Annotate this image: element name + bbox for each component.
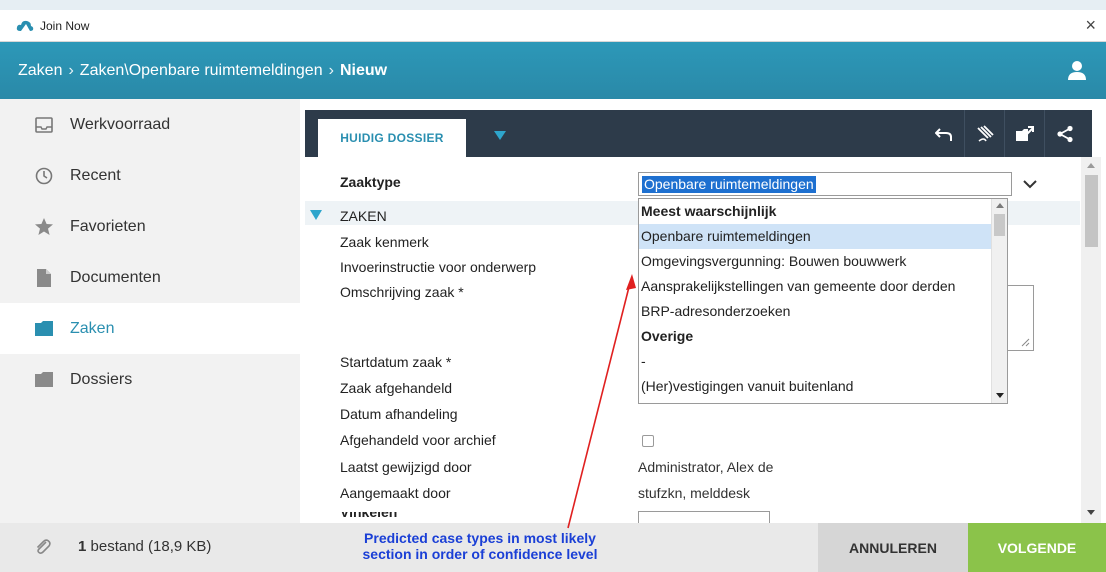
zaaktype-label: Zaaktype xyxy=(340,174,401,190)
next-button[interactable]: VOLGENDE xyxy=(968,523,1106,572)
app-header: Zaken › Zaken\Openbare ruimtemeldingen ›… xyxy=(0,42,1106,99)
sidebar-item-label: Recent xyxy=(70,166,121,184)
dropdown-option[interactable]: Aansprakelijkstellingen van gemeente doo… xyxy=(639,274,991,299)
scroll-up-icon[interactable] xyxy=(1087,163,1095,168)
field-label-partial-text: Vinkelent... xyxy=(340,512,398,520)
zaaktype-select[interactable]: Openbare ruimtemeldingen xyxy=(638,172,1012,196)
clock-icon xyxy=(34,166,54,186)
scrollbar-thumb[interactable] xyxy=(1085,175,1098,247)
omschrijving-textarea[interactable] xyxy=(1008,285,1034,351)
main-scrollbar[interactable] xyxy=(1081,157,1101,523)
sidebar-item-werkvoorraad[interactable]: Werkvoorraad xyxy=(0,99,300,150)
breadcrumb: Zaken › Zaken\Openbare ruimtemeldingen ›… xyxy=(18,62,387,80)
toolbar-actions xyxy=(924,110,1084,157)
archief-checkbox[interactable] xyxy=(642,435,654,447)
field-label-datum-afhandeling: Datum afhandeling xyxy=(340,406,458,422)
scroll-down-icon[interactable] xyxy=(996,393,1004,398)
inbox-icon xyxy=(34,115,54,135)
dropdown-option[interactable]: (Her)vestigingen vanuit buitenland xyxy=(639,374,991,399)
window-title: Join Now xyxy=(40,18,90,33)
field-label-zaak-afgehandeld: Zaak afgehandeld xyxy=(340,380,453,396)
user-icon[interactable] xyxy=(1066,59,1088,81)
dropdown-group-meest-waarschijnlijk: Meest waarschijnlijk xyxy=(641,203,777,219)
annotation-callout: Predicted case types in most likely sect… xyxy=(330,530,630,562)
sidebar-item-recent[interactable]: Recent xyxy=(0,150,300,201)
chevron-down-icon[interactable] xyxy=(1021,175,1039,193)
sidebar-item-zaken[interactable]: Zaken xyxy=(0,303,300,354)
field-label-invoerinstructie: Invoerinstructie voor onderwerp xyxy=(340,259,537,275)
attachment-info[interactable]: 1 bestand (18,9 KB) xyxy=(78,538,211,555)
signature-icon[interactable] xyxy=(964,110,1004,157)
sidebar-item-label: Werkvoorraad xyxy=(70,115,171,133)
document-icon xyxy=(34,268,54,288)
dropdown-scrollbar[interactable] xyxy=(991,199,1007,403)
sidebar-item-favorieten[interactable]: Favorieten xyxy=(0,201,300,252)
sidebar: Werkvoorraad Recent Favorieten Documente… xyxy=(0,99,300,523)
sidebar-item-label: Documenten xyxy=(70,268,161,286)
folder-icon xyxy=(34,370,54,390)
share-icon[interactable] xyxy=(1044,110,1084,157)
zaaktype-dropdown-list[interactable]: Meest waarschijnlijk Openbare ruimtemeld… xyxy=(638,198,1008,404)
field-label-zaak-kenmerk: Zaak kenmerk xyxy=(340,234,429,250)
aangemaakt-value: stufzkn, melddesk xyxy=(638,485,751,501)
sidebar-item-dossiers[interactable]: Dossiers xyxy=(0,354,300,405)
main-content: HUIDIG DOSSIER Zaaktype Openbare ruimtem… xyxy=(300,99,1106,523)
scroll-down-icon[interactable] xyxy=(1087,510,1095,515)
breadcrumb-separator: › xyxy=(68,61,74,79)
cancel-button[interactable]: ANNULEREN xyxy=(818,523,968,572)
breadcrumb-item-openbare-ruimtemeldingen[interactable]: Zaken\Openbare ruimtemeldingen xyxy=(80,62,323,80)
section-title: ZAKEN xyxy=(340,208,387,224)
tab-huidig-dossier[interactable]: HUIDIG DOSSIER xyxy=(318,119,466,157)
zaaktype-selected-value: Openbare ruimtemeldingen xyxy=(642,176,816,193)
field-label-laatst-gewijzigd: Laatst gewijzigd door xyxy=(340,459,472,475)
window-titlebar: Join Now × xyxy=(0,10,1106,42)
scroll-up-icon[interactable] xyxy=(996,203,1004,208)
undo-icon[interactable] xyxy=(924,110,964,157)
field-label-afgehandeld-archief: Afgehandeld voor archief xyxy=(340,432,496,448)
dossier-toolbar: HUIDIG DOSSIER xyxy=(305,110,1092,157)
dropdown-option[interactable]: Openbare ruimtemeldingen xyxy=(639,224,991,249)
sidebar-item-label: Zaken xyxy=(70,319,115,337)
breadcrumb-item-zaken[interactable]: Zaken xyxy=(18,62,62,80)
paperclip-icon xyxy=(36,539,51,554)
field-label-startdatum: Startdatum zaak * xyxy=(340,354,452,370)
tab-dropdown-icon[interactable] xyxy=(494,131,506,140)
folder-icon xyxy=(34,319,54,339)
sidebar-item-label: Dossiers xyxy=(70,370,133,388)
dropdown-option[interactable]: - xyxy=(639,349,991,374)
close-icon[interactable]: × xyxy=(1085,16,1096,34)
dropdown-option[interactable]: Omgevingsvergunning: Bouwen bouwwerk xyxy=(639,249,991,274)
annotation-line: section in order of confidence level xyxy=(362,546,598,562)
annotation-line: Predicted case types in most likely xyxy=(364,530,596,546)
sidebar-item-label: Favorieten xyxy=(70,217,146,235)
breadcrumb-current: Nieuw xyxy=(339,61,388,79)
background-strip xyxy=(0,0,1106,10)
dropdown-group-overige: Overige xyxy=(641,328,694,344)
export-icon[interactable] xyxy=(1004,110,1044,157)
resize-handle-icon[interactable] xyxy=(1018,335,1030,347)
laatst-gewijzigd-value: Administrator, Alex de xyxy=(638,459,774,475)
field-label-partial: Vinkelent... xyxy=(340,512,398,523)
cloud-icon xyxy=(16,20,34,31)
dropdown-option[interactable]: BRP-adresonderzoeken xyxy=(639,299,991,324)
attachment-text: bestand (18,9 KB) xyxy=(90,538,212,555)
sidebar-item-documenten[interactable]: Documenten xyxy=(0,252,300,303)
breadcrumb-separator: › xyxy=(328,61,334,79)
collapse-triangle-icon[interactable] xyxy=(310,210,322,220)
scrollbar-thumb[interactable] xyxy=(994,214,1005,236)
partial-input[interactable] xyxy=(638,511,770,523)
field-label-omschrijving: Omschrijving zaak * xyxy=(340,284,464,300)
field-label-aangemaakt: Aangemaakt door xyxy=(340,485,451,501)
star-icon xyxy=(34,217,54,237)
attachment-count: 1 xyxy=(78,538,87,555)
